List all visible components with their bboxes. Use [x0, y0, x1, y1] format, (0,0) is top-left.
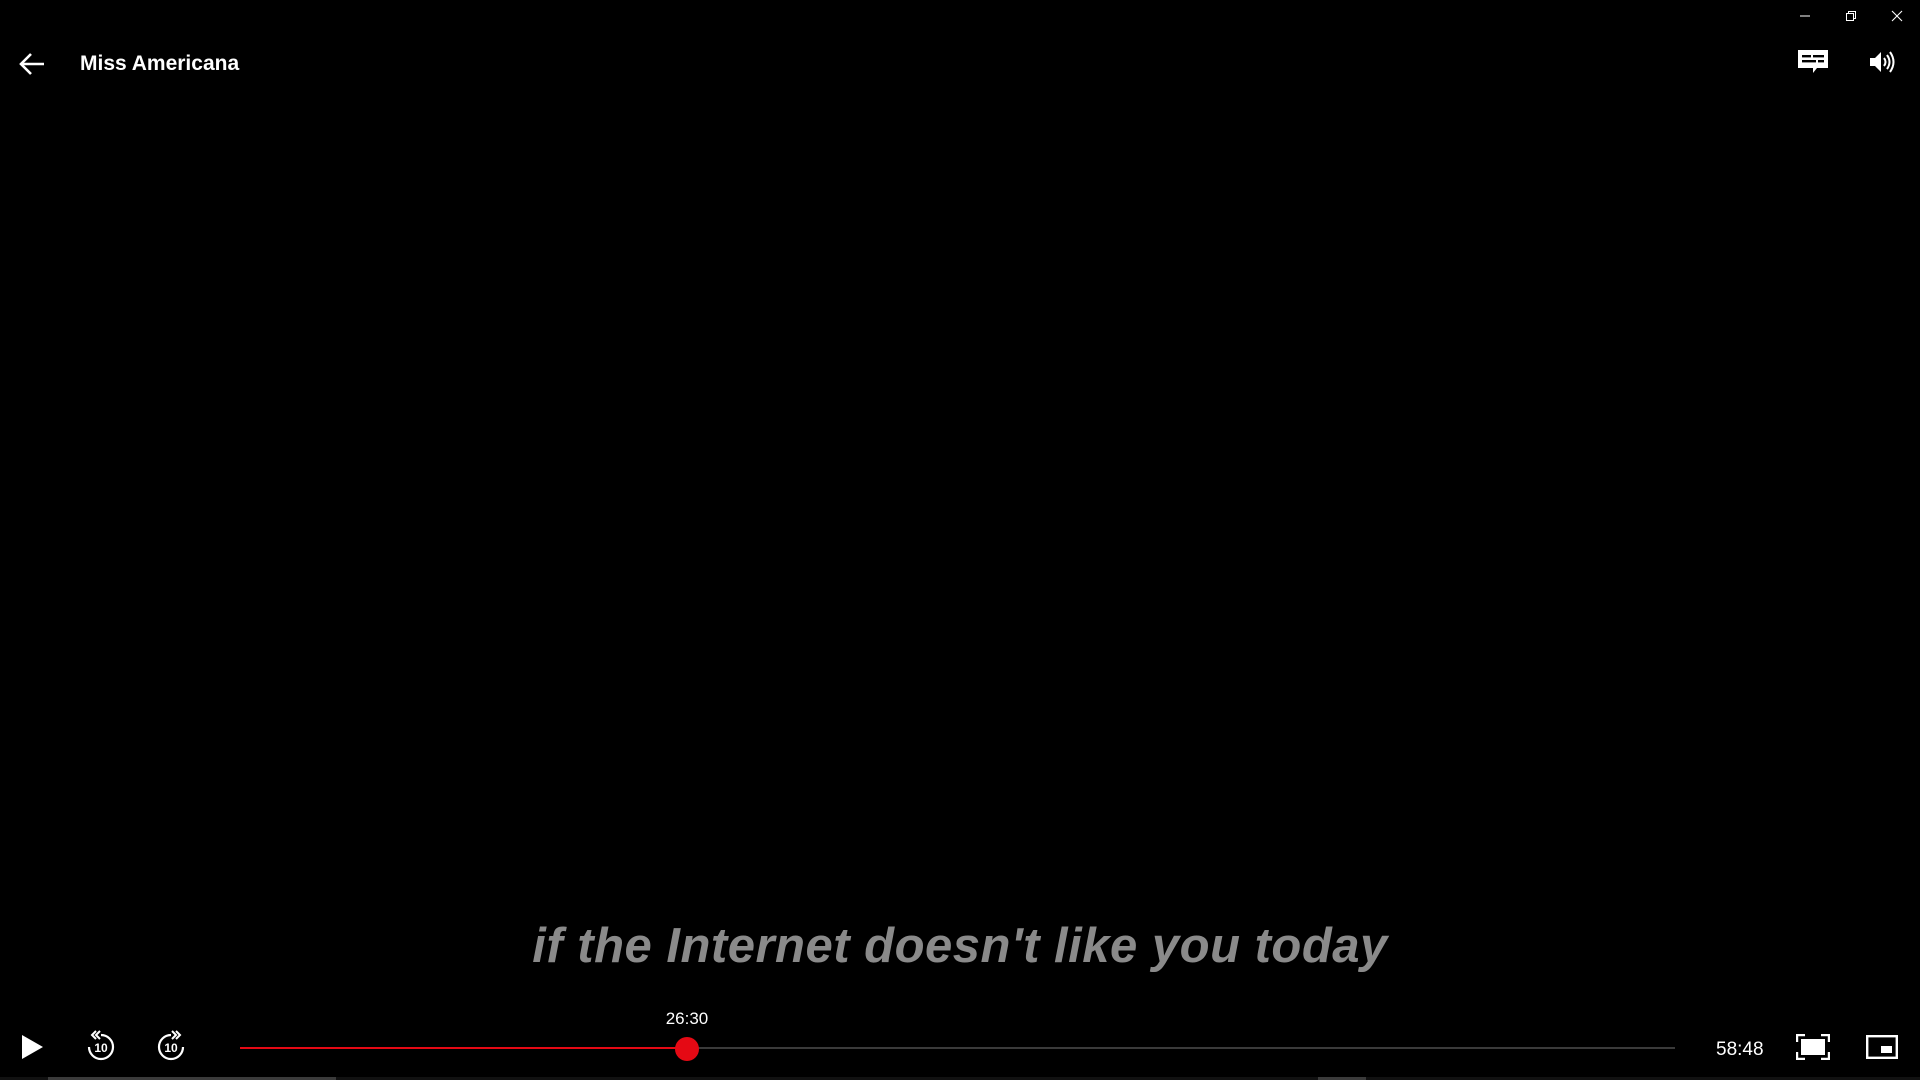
speaker-icon — [1868, 49, 1896, 80]
subtitles-button[interactable] — [1791, 46, 1835, 82]
arrow-left-icon — [18, 52, 46, 81]
seek-progress — [240, 1047, 687, 1049]
play-button[interactable] — [10, 1029, 54, 1069]
back-button[interactable] — [14, 48, 50, 84]
picture-in-picture-button[interactable] — [1860, 1029, 1904, 1069]
minimize-icon — [1799, 10, 1811, 22]
subtitles-icon — [1797, 49, 1829, 80]
forward-10-icon: 10 — [154, 1029, 188, 1069]
seek-bar[interactable] — [240, 1037, 1675, 1061]
current-time-label: 26:30 — [665, 1009, 709, 1028]
volume-button[interactable] — [1860, 46, 1904, 82]
duration-label: 58:48 — [1716, 1039, 1764, 1060]
subtitle-caption: if the Internet doesn't like you today — [532, 919, 1388, 973]
play-icon — [20, 1034, 44, 1065]
forward-seconds-label: 10 — [164, 1041, 178, 1055]
window-controls — [1782, 0, 1920, 32]
restore-icon — [1845, 10, 1857, 22]
close-button[interactable] — [1874, 0, 1920, 32]
seek-thumb[interactable] — [675, 1037, 699, 1061]
picture-in-picture-icon — [1866, 1034, 1899, 1064]
rewind-10-button[interactable]: 10 — [79, 1029, 123, 1069]
close-icon — [1891, 10, 1903, 22]
restore-button[interactable] — [1828, 0, 1874, 32]
forward-10-button[interactable]: 10 — [149, 1029, 193, 1069]
fullscreen-button[interactable] — [1791, 1029, 1835, 1069]
video-player-window: Miss Americana if the Internet doesn't l… — [0, 0, 1920, 1080]
video-title: Miss Americana — [80, 52, 240, 75]
rewind-10-icon: 10 — [84, 1029, 118, 1069]
rewind-seconds-label: 10 — [94, 1041, 108, 1055]
minimize-button[interactable] — [1782, 0, 1828, 32]
fullscreen-icon — [1795, 1033, 1831, 1065]
